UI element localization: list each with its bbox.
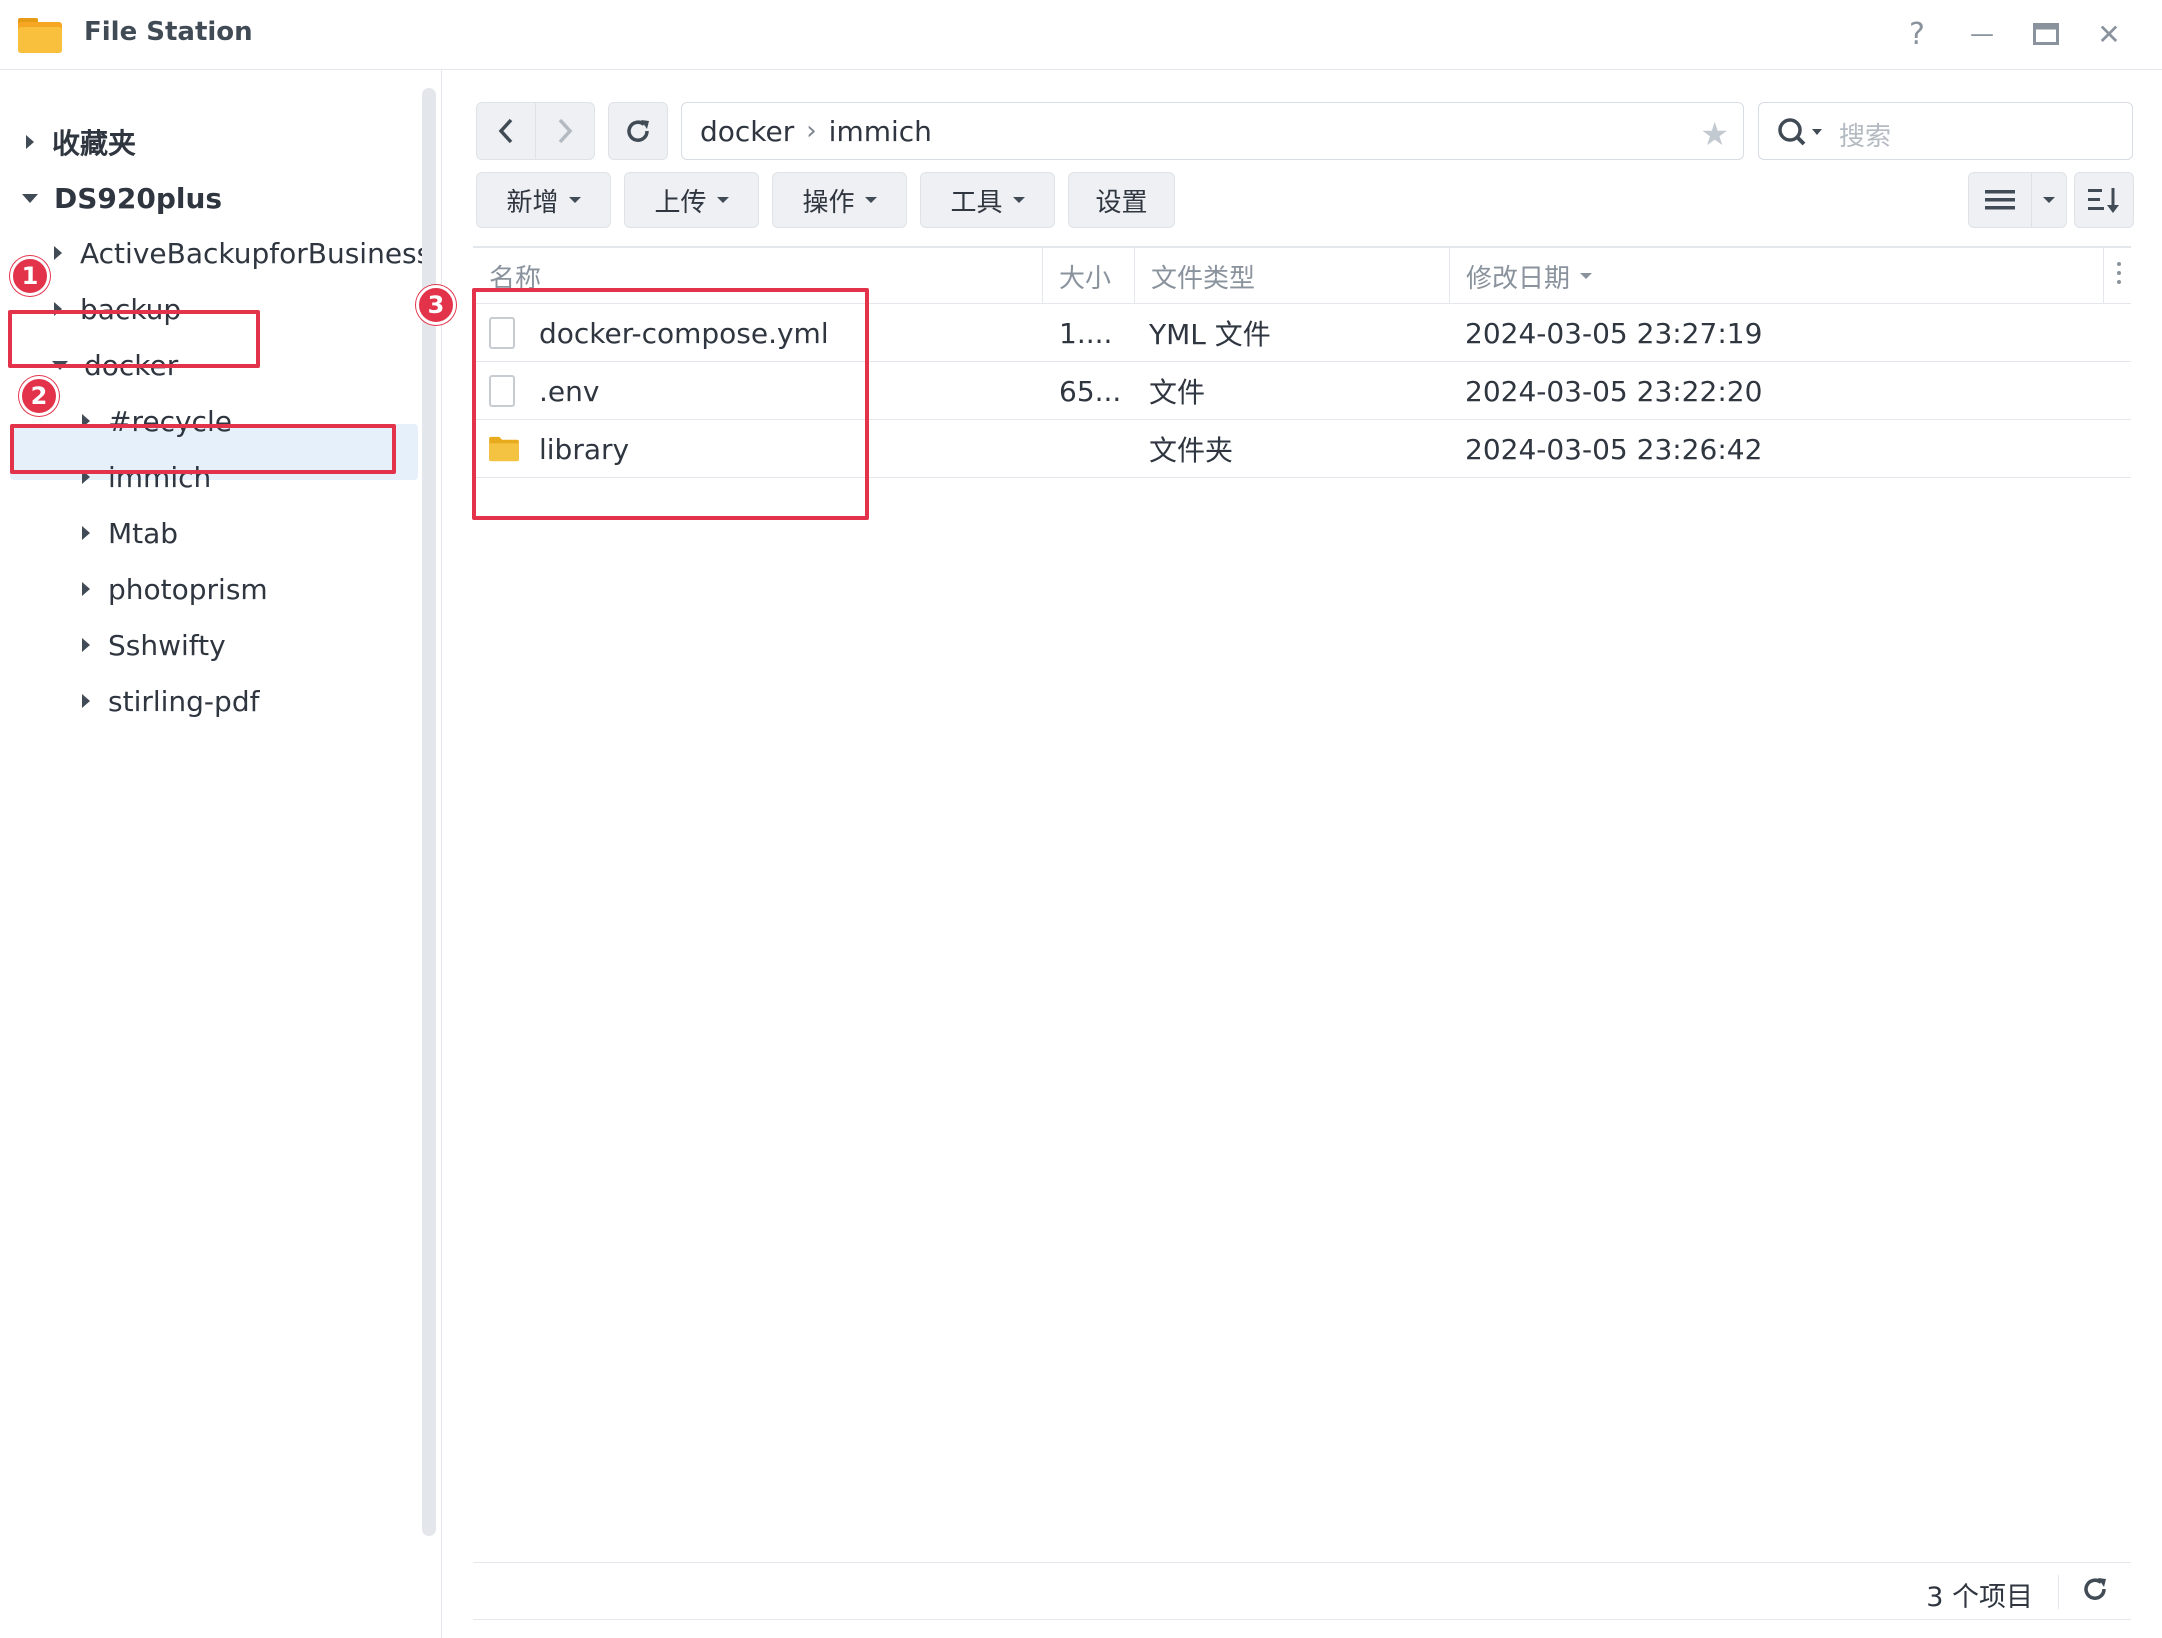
create-menu-label: 新增	[506, 187, 559, 218]
tree-item-label: photoprism	[108, 572, 268, 606]
column-options-icon[interactable]	[2117, 262, 2121, 290]
breadcrumb-immich[interactable]: immich	[829, 115, 932, 148]
maximize-icon	[2033, 23, 2059, 45]
tools-menu-label: 工具	[950, 187, 1003, 218]
view-options-dropdown[interactable]	[2031, 172, 2067, 228]
expand-arrow-icon[interactable]	[26, 135, 34, 149]
tree-item-stirling-pdf[interactable]: stirling-pdf	[82, 676, 259, 726]
file-date: 2024-03-05 23:26:42	[1465, 432, 1763, 466]
favorite-star-icon[interactable]: ★	[1700, 115, 1729, 153]
collapse-arrow-icon[interactable]	[22, 193, 38, 203]
annotation-box-immich	[10, 424, 396, 474]
title-bar: File Station ? — ✕	[0, 0, 2162, 70]
file-size: 1....	[1059, 316, 1113, 350]
expand-arrow-icon[interactable]	[82, 526, 90, 540]
upload-menu-button[interactable]: 上传	[624, 172, 759, 228]
tree-item-label: 收藏夹	[52, 127, 137, 160]
close-icon: ✕	[2097, 17, 2121, 51]
chevron-left-icon	[498, 118, 513, 144]
breadcrumb-separator: ›	[806, 116, 817, 146]
refresh-button[interactable]	[608, 102, 668, 160]
address-bar[interactable]: docker › immich ★	[681, 102, 1744, 160]
help-icon: ?	[1909, 16, 1925, 52]
settings-label: 设置	[1095, 187, 1148, 218]
chevron-right-icon	[558, 118, 573, 144]
caret-down-icon	[568, 197, 581, 203]
refresh-icon	[627, 120, 649, 142]
caret-down-icon	[716, 197, 729, 203]
list-view-button[interactable]	[1968, 172, 2032, 228]
file-type: 文件	[1149, 376, 1206, 409]
annotation-badge-2: 2	[19, 376, 59, 416]
expand-arrow-icon[interactable]	[82, 638, 90, 652]
maximize-button[interactable]	[2024, 12, 2068, 56]
tree-item-label: DS920plus	[54, 181, 223, 215]
tree-item-label: Mtab	[108, 516, 179, 550]
sidebar-tree: 收藏夹 DS920plus ActiveBackupforBusiness ba…	[0, 70, 442, 1638]
file-station-app-icon	[17, 14, 63, 54]
annotation-badge-1: 1	[10, 256, 50, 296]
help-button[interactable]: ?	[1895, 12, 1939, 56]
sort-button[interactable]	[2074, 172, 2134, 228]
tree-item-label: Sshwifty	[108, 628, 226, 662]
annotation-box-files	[472, 288, 869, 520]
tree-item-sshwifty[interactable]: Sshwifty	[82, 620, 226, 670]
breadcrumb-docker[interactable]: docker	[700, 115, 794, 148]
window-title: File Station	[84, 17, 253, 47]
action-menu-label: 操作	[802, 187, 855, 218]
tree-item-ds920plus[interactable]: DS920plus	[22, 173, 222, 223]
tree-item-label: ActiveBackupforBusiness	[80, 236, 432, 270]
tree-item-photoprism[interactable]: photoprism	[82, 564, 268, 614]
caret-down-icon	[1012, 197, 1025, 203]
settings-button[interactable]: 设置	[1068, 172, 1175, 228]
tree-item-activebackupforbusiness[interactable]: ActiveBackupforBusiness	[54, 228, 431, 278]
annotation-box-docker	[8, 310, 260, 368]
expand-arrow-icon[interactable]	[82, 582, 90, 596]
minimize-button[interactable]: —	[1960, 12, 2004, 56]
expand-arrow-icon[interactable]	[54, 246, 62, 260]
tree-item-favorites[interactable]: 收藏夹	[26, 117, 136, 167]
close-button[interactable]: ✕	[2087, 12, 2131, 56]
status-refresh-button[interactable]	[2081, 1573, 2109, 1611]
column-header-size[interactable]: 大小	[1043, 248, 1135, 304]
create-menu-button[interactable]: 新增	[476, 172, 611, 228]
sort-icon	[2088, 188, 2119, 213]
expand-arrow-icon[interactable]	[82, 694, 90, 708]
column-header-date-label: 修改日期	[1466, 263, 1571, 294]
status-bar: 3 个项目	[473, 1562, 2131, 1620]
search-box[interactable]: 搜索	[1758, 102, 2133, 160]
upload-menu-label: 上传	[654, 187, 707, 218]
search-placeholder: 搜索	[1839, 122, 1892, 152]
forward-button[interactable]	[535, 102, 595, 160]
action-menu-button[interactable]: 操作	[772, 172, 907, 228]
list-view-icon	[1985, 190, 2015, 210]
sort-caret-icon	[1580, 273, 1593, 279]
status-divider	[2058, 1575, 2059, 1609]
column-header-date[interactable]: 修改日期	[1450, 248, 2070, 304]
file-type: 文件夹	[1149, 434, 1234, 467]
refresh-icon	[2084, 1578, 2106, 1600]
file-type: YML 文件	[1149, 318, 1271, 351]
column-header-type[interactable]: 文件类型	[1135, 248, 1450, 304]
item-count: 3 个项目	[1926, 1582, 2033, 1613]
minimize-icon: —	[1970, 20, 1994, 48]
file-size: 65...	[1059, 374, 1122, 408]
file-date: 2024-03-05 23:27:19	[1465, 316, 1763, 350]
caret-down-icon	[2043, 197, 2055, 203]
tree-item-mtab[interactable]: Mtab	[82, 508, 178, 558]
search-icon[interactable]	[1777, 117, 1827, 149]
main-panel: docker › immich ★ 搜索 新增 上传 操作 工具 设置 名称 大…	[416, 70, 2162, 1638]
file-date: 2024-03-05 23:22:20	[1465, 374, 1763, 408]
back-button[interactable]	[476, 102, 536, 160]
caret-down-icon	[864, 197, 877, 203]
annotation-badge-3: 3	[416, 285, 456, 325]
column-divider	[2103, 248, 2104, 304]
tools-menu-button[interactable]: 工具	[920, 172, 1055, 228]
tree-item-label: stirling-pdf	[108, 684, 260, 718]
